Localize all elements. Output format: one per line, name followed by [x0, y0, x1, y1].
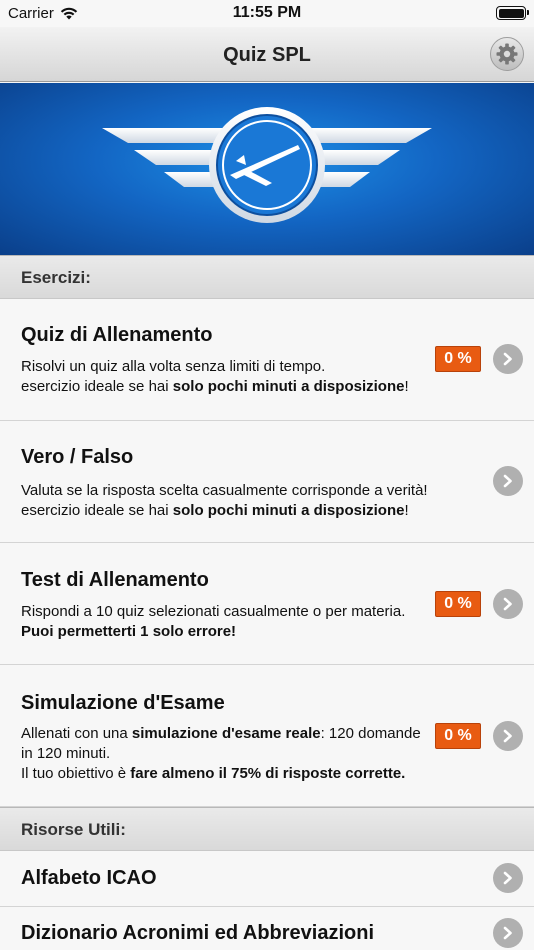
description-text: Risolvi un quiz alla volta senza limiti … [21, 358, 326, 375]
description-text: Valuta se la risposta scelta casualmente… [21, 482, 428, 499]
header-banner [0, 83, 534, 255]
description-text: ! [404, 502, 409, 519]
chevron-right-icon[interactable] [493, 863, 523, 893]
row-title: Vero / Falso [21, 446, 134, 468]
section-title: Risorse Utili: [21, 820, 126, 839]
row-title: Test di Allenamento [21, 569, 209, 591]
description-text: Il tuo obiettivo è [21, 765, 131, 782]
description-emphasis: solo pochi minuti a disposizione [172, 378, 405, 395]
row-title: Simulazione d'Esame [21, 692, 225, 714]
chevron-right-icon[interactable] [493, 466, 523, 496]
row-description: Rispondi a 10 quiz selezionati casualmen… [21, 602, 441, 642]
description-text: in 120 minuti. [21, 745, 111, 762]
gear-icon [496, 43, 518, 65]
description-text: Allenati con una [21, 725, 132, 742]
description-text: esercizio ideale se hai [21, 502, 173, 519]
row-description: Allenati con una simulazione d'esame rea… [21, 724, 439, 784]
glider-wings-logo [102, 107, 432, 223]
settings-button[interactable] [490, 37, 524, 71]
section-header-esercizi: Esercizi: [0, 255, 534, 299]
description-emphasis: Puoi permetterti 1 solo errore! [21, 623, 237, 640]
page-title: Quiz SPL [223, 44, 311, 66]
row-title: Quiz di Allenamento [21, 324, 213, 346]
description-text: Rispondi a 10 quiz selezionati casualmen… [21, 603, 406, 620]
list-item-test-allenamento[interactable]: Test di Allenamento Rispondi a 10 quiz s… [0, 543, 534, 665]
chevron-right-icon[interactable] [493, 721, 523, 751]
progress-badge: 0 % [435, 346, 481, 372]
description-emphasis: fare almeno il 75% di risposte corrette. [130, 765, 406, 782]
status-time: 11:55 PM [232, 4, 302, 21]
chevron-right-icon[interactable] [493, 589, 523, 619]
description-emphasis: simulazione d'esame reale [131, 725, 321, 742]
description-emphasis: solo pochi minuti a disposizione [172, 502, 405, 519]
row-title: Alfabeto ICAO [21, 867, 157, 889]
description-text: esercizio ideale se hai [21, 378, 173, 395]
list-item-quiz-allenamento[interactable]: Quiz di Allenamento Risolvi un quiz alla… [0, 299, 534, 421]
chevron-right-icon[interactable] [493, 344, 523, 374]
list-item-dizionario-acronimi[interactable]: Dizionario Acronimi ed Abbreviazioni [0, 907, 534, 950]
status-bar: Carrier 11:55 PM [0, 0, 534, 27]
section-header-risorse: Risorse Utili: [0, 807, 534, 851]
progress-badge: 0 % [435, 723, 481, 749]
list-item-vero-falso[interactable]: Vero / Falso Valuta se la risposta scelt… [0, 421, 534, 543]
row-title: Dizionario Acronimi ed Abbreviazioni [21, 922, 375, 944]
battery-icon [496, 6, 529, 20]
row-description: Risolvi un quiz alla volta senza limiti … [21, 357, 441, 397]
row-description: Valuta se la risposta scelta casualmente… [21, 481, 441, 521]
navigation-bar: Quiz SPL [0, 27, 534, 82]
list-item-simulazione-esame[interactable]: Simulazione d'Esame Allenati con una sim… [0, 665, 534, 807]
list-item-alfabeto-icao[interactable]: Alfabeto ICAO [0, 851, 534, 907]
description-text: ! [404, 378, 409, 395]
description-text: : 120 domande [320, 725, 421, 742]
section-title: Esercizi: [21, 268, 91, 287]
progress-badge: 0 % [435, 591, 481, 617]
chevron-right-icon[interactable] [493, 918, 523, 948]
